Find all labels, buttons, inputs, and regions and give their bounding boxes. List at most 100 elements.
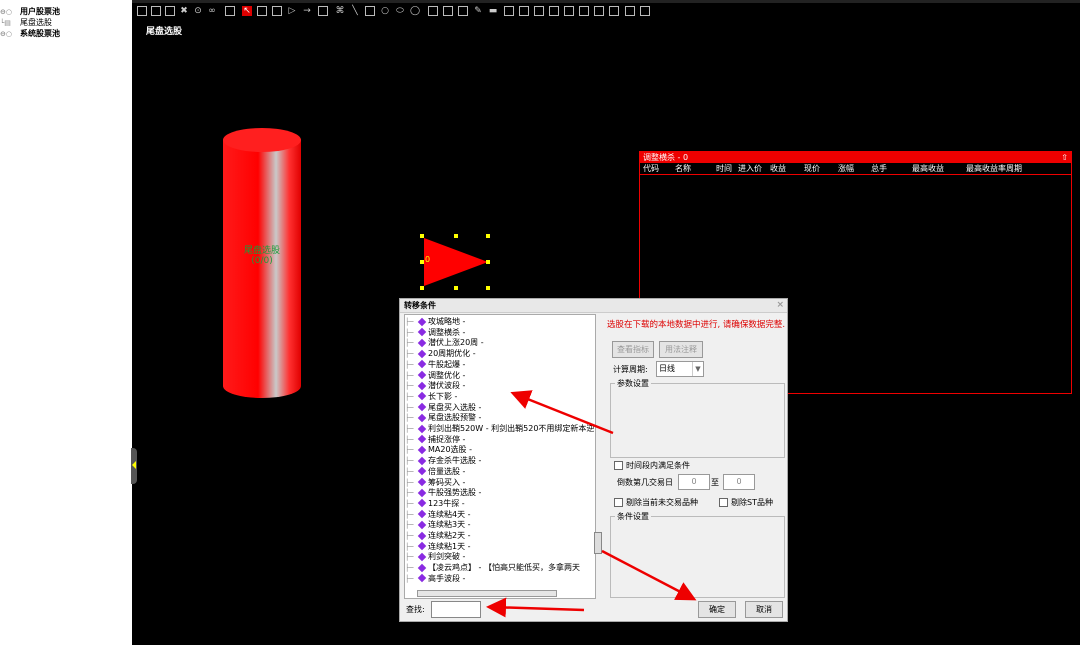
formula-tree-item[interactable]: ├─ 高手波段 - (405, 574, 465, 585)
formula-tree-item[interactable]: ├─ 调整横杀 - (405, 328, 465, 339)
usage-notes-button[interactable]: 用法注释 (659, 341, 703, 358)
align-center-icon[interactable] (519, 6, 529, 16)
formula-tree-item[interactable]: ├─ MA20选股 - (405, 445, 472, 456)
vertical-scrollbar-thumb[interactable] (594, 532, 602, 554)
formula-tree-item[interactable]: ├─ 连续粘2天 - (405, 531, 471, 542)
new-icon[interactable] (137, 6, 147, 16)
formula-tree-label: 尾盘买入选股 - (428, 402, 482, 412)
arrow-tool-icon[interactable]: → (302, 6, 312, 16)
search-input[interactable] (431, 601, 481, 618)
ungroup-icon[interactable] (609, 6, 619, 16)
paste-icon[interactable] (443, 6, 453, 16)
ring-tool-icon[interactable]: ◯ (410, 6, 420, 16)
ellipse-tool-icon[interactable]: ⬭ (395, 6, 405, 16)
from-day-field[interactable]: 0 (678, 474, 710, 490)
condition-triangle-node[interactable]: 0 (420, 234, 492, 290)
link-icon[interactable]: ∞ (207, 6, 217, 16)
exclude-st-checkbox[interactable]: 剔除ST品种 (719, 497, 773, 508)
copy-icon[interactable] (428, 6, 438, 16)
triangle-tool-icon[interactable]: ▷ (287, 6, 297, 16)
tree-connector: ├─ (405, 425, 414, 433)
horizontal-scrollbar[interactable] (417, 590, 557, 597)
panel-collapse-handle[interactable] (131, 448, 137, 484)
view-indicator-button[interactable]: 查看指标 (612, 341, 654, 358)
bring-front-icon[interactable] (625, 6, 635, 16)
send-back-icon[interactable] (640, 6, 650, 16)
formula-tree-item[interactable]: ├─ 长下影 - (405, 392, 457, 403)
formula-tree-item[interactable]: ├─ 尾盘选股预警 - (405, 413, 481, 424)
note-icon[interactable] (272, 6, 282, 16)
col-current-price[interactable]: 现价 (804, 163, 820, 174)
formula-tree-item[interactable]: ├─ 潜伏波段 - (405, 381, 465, 392)
play-icon[interactable]: ⊙ (193, 6, 203, 16)
result-panel-header[interactable]: 调整横杀 - 0 ⇧ (640, 152, 1071, 163)
col-max-profit[interactable]: 最高收益 (912, 163, 944, 174)
formula-tree-item[interactable]: ├─ 123牛探 - (405, 499, 465, 510)
group-icon[interactable] (594, 6, 604, 16)
dialog-titlebar[interactable]: 转移条件 × (400, 299, 787, 313)
formula-tree-item[interactable]: ├─ 攻城略地 - (405, 317, 465, 328)
tool-icon[interactable] (225, 6, 235, 16)
formula-tree-item[interactable]: ├─ 潜伏上涨20周 - (405, 338, 484, 349)
trash-icon[interactable] (458, 6, 468, 16)
formula-tree-item[interactable]: ├─ 20周期优化 - (405, 349, 476, 360)
exclude-untraded-checkbox[interactable]: 剔除当前未交易品种 (614, 497, 698, 508)
formula-tree-item[interactable]: ├─ 利剑出鞘520W - 利剑出鞘520不用绑定新本逆 (405, 424, 594, 435)
tree-connector: ├─ (405, 521, 414, 530)
save-icon[interactable] (165, 6, 175, 16)
filter-icon[interactable]: ⌘ (335, 6, 345, 16)
close-icon[interactable]: × (776, 299, 784, 312)
ok-button[interactable]: 确定 (698, 601, 736, 618)
col-code[interactable]: 代码 (643, 163, 659, 174)
period-select[interactable]: 日线 ▼ (656, 361, 704, 377)
formula-tree-item[interactable]: ├─ 存金杀牛选股 - (405, 456, 481, 467)
formula-tree-item[interactable]: ├─ 调整优化 - (405, 371, 465, 382)
col-volume[interactable]: 总手 (871, 163, 887, 174)
formula-tree-item[interactable]: ├─ 筹码买入 - (405, 478, 465, 489)
tree-item-system-pool[interactable]: ⊖○ 系统股票池 (0, 28, 60, 39)
line-style-icon[interactable]: ▬ (488, 6, 498, 16)
square-tool-icon[interactable] (365, 6, 375, 16)
delete-icon[interactable]: ✖ (179, 6, 189, 16)
tree-item-tail-select[interactable]: └▤ 尾盘选股 (0, 17, 52, 28)
formula-tree-item[interactable]: ├─ 尾盘买入选股 - (405, 403, 481, 414)
open-icon[interactable] (151, 6, 161, 16)
checkbox-box[interactable] (614, 461, 623, 470)
formula-tree-item[interactable]: ├─ 牛股起爆 - (405, 360, 465, 371)
col-name[interactable]: 名称 (675, 163, 691, 174)
col-change[interactable]: 涨幅 (838, 163, 854, 174)
time-range-checkbox[interactable]: 时间段内满足条件 (614, 460, 690, 471)
distribute-icon[interactable] (579, 6, 589, 16)
col-profit[interactable]: 收益 (770, 163, 786, 174)
formula-tree-item[interactable]: ├─ 利剑突破 - (405, 552, 465, 563)
formula-tree-item[interactable]: ├─ 连续粘4天 - (405, 510, 471, 521)
tree-connector: ├─ (405, 350, 414, 359)
formula-tree-item[interactable]: ├─ 连续粘1天 - (405, 542, 471, 553)
line-tool-icon[interactable]: ╲ (350, 6, 360, 16)
tree-item-user-pool[interactable]: ⊖○ 用户股票池 (0, 6, 60, 17)
col-entry-price[interactable]: 进入价 (738, 163, 762, 174)
formula-tree-item[interactable]: ├─ 【凌云鸡点】 - 【怕高只能低买，多拿两天 (405, 563, 580, 574)
formula-tree-item[interactable]: ├─ 倍量选股 - (405, 467, 465, 478)
align-top-icon[interactable] (549, 6, 559, 16)
to-day-field[interactable]: 0 (723, 474, 755, 490)
col-time[interactable]: 时间 (716, 163, 732, 174)
col-max-profit-period[interactable]: 最高收益率周期 (966, 163, 1022, 174)
cancel-button[interactable]: 取消 (745, 601, 783, 618)
brush-icon[interactable]: ✎ (473, 6, 483, 16)
formula-tree-item[interactable]: ├─ 连续粘3天 - (405, 520, 471, 531)
formula-tree-item[interactable]: ├─ 捕捉涨停 - (405, 435, 465, 446)
circle-tool-icon[interactable]: ○ (380, 6, 390, 16)
stock-pool-cylinder[interactable]: 尾盘选股 (0/0) (223, 128, 301, 398)
pin-icon[interactable]: ⇧ (1061, 152, 1068, 163)
chevron-down-icon[interactable]: ▼ (692, 362, 703, 376)
checkbox-box[interactable] (614, 498, 623, 507)
align-bottom-icon[interactable] (564, 6, 574, 16)
formula-tree-item[interactable]: ├─ 牛股强势选股 - (405, 488, 481, 499)
align-right-icon[interactable] (534, 6, 544, 16)
checkbox-box[interactable] (719, 498, 728, 507)
align-left-icon[interactable] (504, 6, 514, 16)
grid-icon[interactable] (318, 6, 328, 16)
pointer-icon[interactable]: ↖ (242, 6, 252, 16)
rect-tool-icon[interactable] (257, 6, 267, 16)
